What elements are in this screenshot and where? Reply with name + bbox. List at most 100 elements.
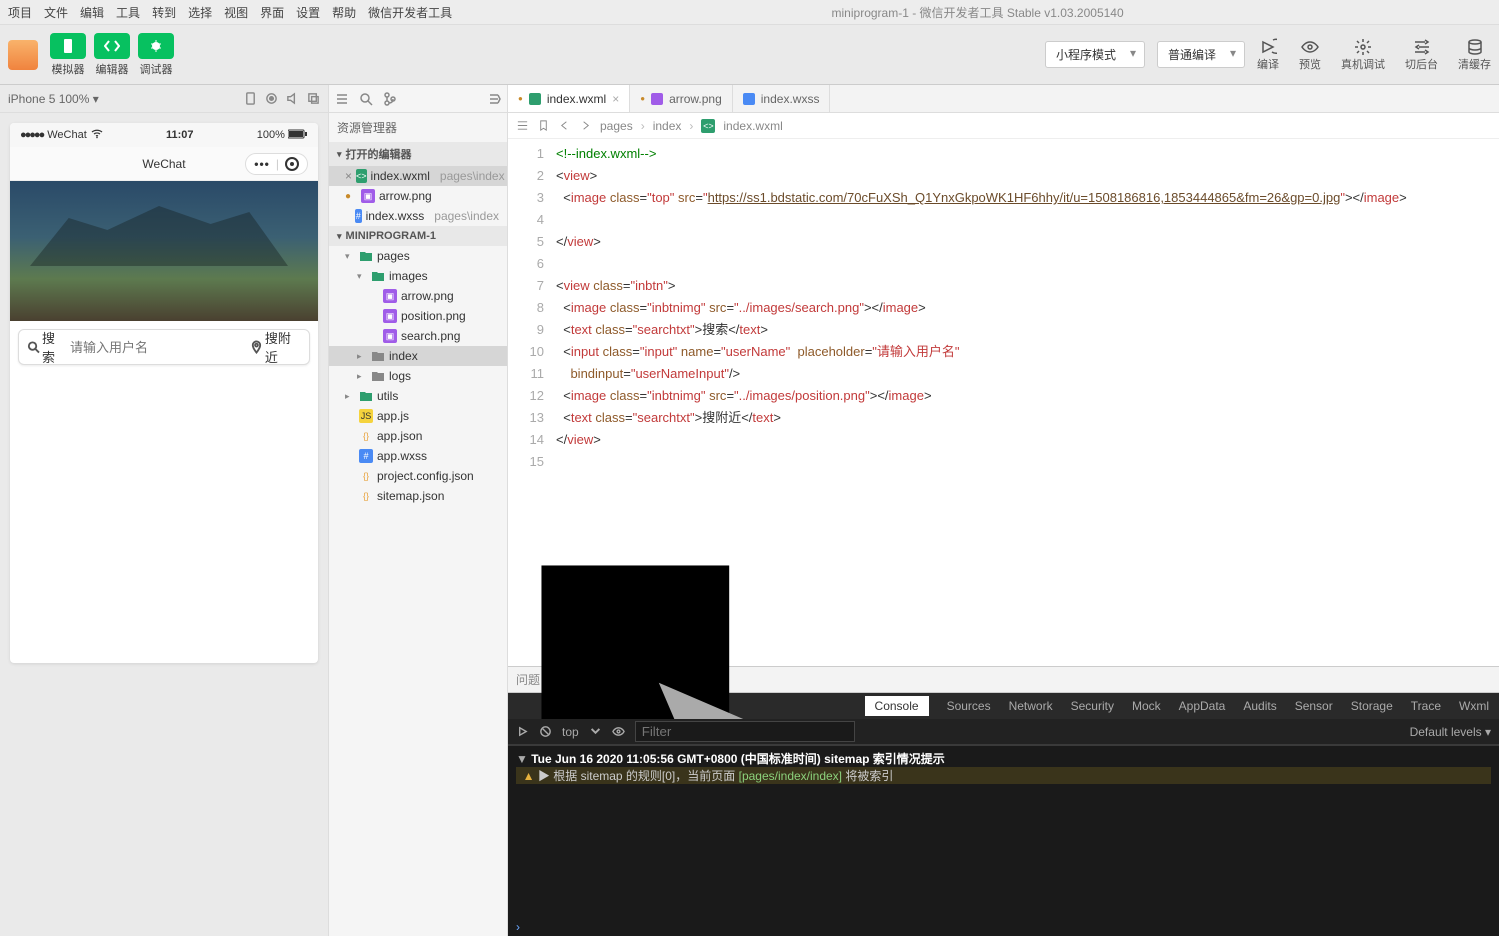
tree-item[interactable]: ▣position.png [329,306,507,326]
editor-tab[interactable]: index.wxss [733,85,831,112]
forward-icon[interactable] [579,119,592,132]
tree-item[interactable]: ▣arrow.png [329,286,507,306]
phone-icon [50,33,86,59]
remote-debug-button[interactable]: 真机调试 [1341,38,1385,72]
tree-item[interactable]: ▸logs [329,366,507,386]
tree-item[interactable]: ▸utils [329,386,507,406]
tree-item[interactable]: ▾images [329,266,507,286]
clear-cache-button[interactable]: 清缓存 [1458,38,1491,72]
phone-rotate-icon[interactable] [244,92,257,105]
tree-item[interactable]: #app.wxss [329,446,507,466]
editor-tab[interactable]: ●arrow.png [630,85,733,112]
phone-status-bar: ●●●●● WeChat 11:07 100% [10,123,318,147]
devtools-tabs: Console Sources Network Security Mock Ap… [508,693,1499,719]
menu-project[interactable]: 项目 [8,4,32,21]
compile-select[interactable]: 普通编译 [1157,41,1245,68]
phone-nav-bar: WeChat •••| [10,147,318,181]
open-editors-header[interactable]: 打开的编辑器 [329,142,507,166]
simulator-panel: iPhone 5 100% ▾ ●●●●● WeChat 11:07 100% … [0,85,328,936]
devtools-tab-wxml[interactable]: Wxml [1459,699,1489,713]
console-filter-input[interactable] [635,721,855,742]
devtools-tab-storage[interactable]: Storage [1351,699,1393,713]
menubar: 项目 文件 编辑 工具 转到 选择 视图 界面 设置 帮助 微信开发者工具 mi… [0,0,1499,25]
menu-goto[interactable]: 转到 [152,4,176,21]
branch-icon[interactable] [383,92,397,106]
tree-item[interactable]: {}sitemap.json [329,486,507,506]
bookmark-icon[interactable] [537,119,550,132]
menu-ui[interactable]: 界面 [260,4,284,21]
devtools-tab-appdata[interactable]: AppData [1179,699,1226,713]
devtools-tab-security[interactable]: Security [1071,699,1114,713]
console-output[interactable]: ▼ Tue Jun 16 2020 11:05:56 GMT+0800 (中国标… [508,745,1499,918]
menu-view[interactable]: 视图 [224,4,248,21]
search-files-icon[interactable] [359,92,373,106]
editor-button[interactable]: 编辑器 [94,33,130,77]
preview-button[interactable]: 预览 [1299,38,1321,72]
switch-bg-button[interactable]: 切后台 [1405,38,1438,72]
device-select[interactable]: iPhone 5 100% ▾ [8,92,236,106]
devtools-tab-mock[interactable]: Mock [1132,699,1161,713]
editor-breadcrumb: pages› index› <> index.wxml [508,113,1499,139]
devtools-tab-sensor[interactable]: Sensor [1295,699,1333,713]
explorer-title: 资源管理器 [329,113,507,142]
mute-icon[interactable] [286,92,299,105]
devtools-tab-console[interactable]: Console [865,696,929,716]
open-file[interactable]: #index.wxsspages\index [329,206,507,226]
app-icon [8,40,38,70]
menu-tools[interactable]: 工具 [116,4,140,21]
tree-item[interactable]: {}project.config.json [329,466,507,486]
back-icon[interactable] [558,119,571,132]
mode-select[interactable]: 小程序模式 [1045,41,1145,68]
bottom-panel: 问题 输出 调试器 Console Sources Network Securi… [508,666,1499,936]
open-file[interactable]: ×<>index.wxmlpages\index [329,166,507,186]
compile-button[interactable]: 编译 [1257,38,1279,72]
debugger-button[interactable]: 调试器 [138,33,174,77]
open-file[interactable]: ●▣arrow.png [329,186,507,206]
collapse-icon[interactable] [487,92,501,106]
search-icon [27,340,40,354]
list-icon[interactable] [335,92,349,106]
toolbar: 模拟器 编辑器 调试器 小程序模式 普通编译 编译 预览 真机调试 切后台 清缓… [0,25,1499,85]
devtools-tab-sources[interactable]: Sources [947,699,991,713]
wifi-icon [91,129,103,142]
menu-select[interactable]: 选择 [188,4,212,21]
bug-icon [138,33,174,59]
record-icon[interactable] [265,92,278,105]
editor-tabs: ●index.wxml× ●arrow.png index.wxss [508,85,1499,113]
hero-image [10,181,318,321]
clear-console-icon[interactable] [539,725,552,738]
tree-item[interactable]: JSapp.js [329,406,507,426]
location-icon [250,340,263,354]
menu-settings[interactable]: 设置 [296,4,320,21]
detach-icon[interactable] [307,92,320,105]
editor-tab[interactable]: ●index.wxml× [508,85,630,112]
capsule-button[interactable]: •••| [245,153,308,175]
code-icon [94,33,130,59]
eye-icon[interactable] [612,725,625,738]
phone-preview[interactable]: ●●●●● WeChat 11:07 100% WeChat •••| 搜索 搜… [10,123,318,663]
log-levels-select[interactable]: Default levels ▾ [1410,725,1491,739]
devtools-tab-audits[interactable]: Audits [1243,699,1276,713]
context-select[interactable]: top [562,725,579,739]
lines-icon[interactable] [516,119,529,132]
menu-file[interactable]: 文件 [44,4,68,21]
file-explorer: 资源管理器 打开的编辑器 ×<>index.wxmlpages\index ●▣… [328,85,508,936]
menu-edit[interactable]: 编辑 [80,4,104,21]
close-icon[interactable]: × [612,92,619,106]
menu-devtools[interactable]: 微信开发者工具 [368,4,452,21]
tree-item[interactable]: ▣search.png [329,326,507,346]
console-prompt[interactable]: › [508,918,1499,936]
tree-item[interactable]: {}app.json [329,426,507,446]
devtools-tab-trace[interactable]: Trace [1411,699,1441,713]
tree-item[interactable]: ▾pages [329,246,507,266]
project-header[interactable]: MINIPROGRAM-1 [329,226,507,246]
signal-icon: ●●●●● [20,129,43,141]
devtools-tab-network[interactable]: Network [1009,699,1053,713]
preview-search-input[interactable] [70,340,246,355]
tree-item[interactable]: ▸index [329,346,507,366]
play-icon[interactable] [516,725,529,738]
close-icon[interactable]: × [345,169,352,183]
warning-icon: ▲ [523,769,535,783]
simulator-button[interactable]: 模拟器 [50,33,86,77]
menu-help[interactable]: 帮助 [332,4,356,21]
